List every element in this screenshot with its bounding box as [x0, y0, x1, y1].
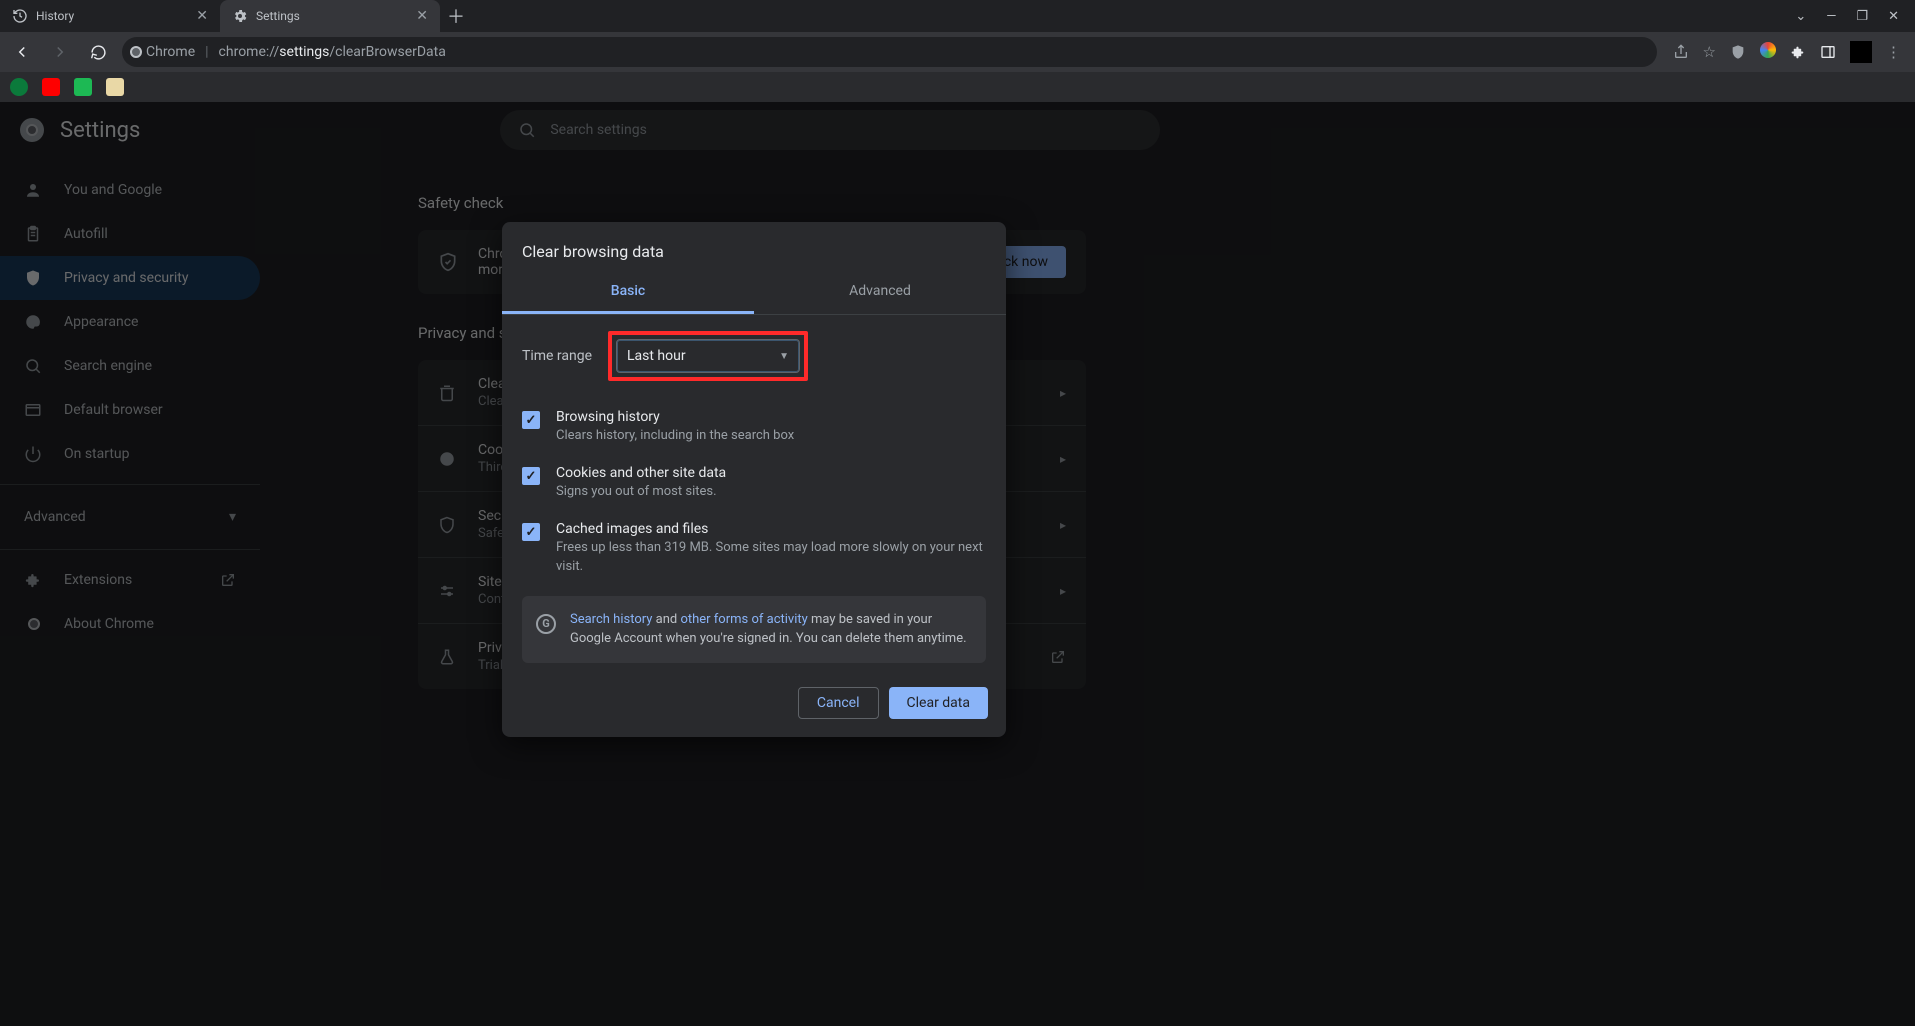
option-sub: Frees up less than 319 MB. Some sites ma…	[556, 539, 986, 575]
back-button[interactable]	[8, 38, 36, 66]
browser-tab-history[interactable]: History ✕	[0, 0, 220, 32]
option-cached: ✓ Cached images and files Frees up less t…	[522, 511, 986, 585]
sidepanel-icon[interactable]	[1820, 44, 1836, 60]
close-icon[interactable]: ✕	[196, 8, 208, 24]
minimize-icon[interactable]: ―	[1826, 9, 1836, 24]
other-activity-link[interactable]: other forms of activity	[680, 612, 807, 627]
time-range-select[interactable]: Last hour ▼	[616, 339, 800, 373]
browser-tab-settings[interactable]: Settings ✕	[220, 0, 440, 32]
clear-browsing-data-dialog: Clear browsing data Basic Advanced Time …	[502, 222, 1006, 737]
bookmark-icon[interactable]	[10, 78, 28, 96]
tab-advanced[interactable]: Advanced	[754, 271, 1006, 314]
settings-content: Settings Search settings You and Google …	[0, 102, 1915, 1026]
option-browsing-history: ✓ Browsing history Clears history, includ…	[522, 399, 986, 455]
bookmark-icon[interactable]	[74, 78, 92, 96]
dialog-body: Time range Last hour ▼ ✓ Browsing histor…	[502, 315, 1006, 673]
option-sub: Signs you out of most sites.	[556, 483, 726, 501]
checkbox-browsing-history[interactable]: ✓	[522, 411, 540, 429]
close-window-icon[interactable]: ✕	[1888, 9, 1899, 24]
checkbox-cached[interactable]: ✓	[522, 523, 540, 541]
google-g-icon: G	[536, 614, 556, 634]
dialog-tabs: Basic Advanced	[502, 271, 1006, 315]
toolbar: Chrome | chrome://settings/clearBrowserD…	[0, 32, 1915, 72]
maximize-icon[interactable]: ❐	[1856, 9, 1868, 24]
history-icon	[12, 8, 28, 24]
checkbox-cookies[interactable]: ✓	[522, 467, 540, 485]
bookmarks-bar	[0, 72, 1915, 102]
new-tab-button[interactable]: ＋	[440, 0, 472, 32]
info-text: Search history and other forms of activi…	[570, 610, 972, 649]
option-sub: Clears history, including in the search …	[556, 427, 794, 445]
bookmark-icon[interactable]	[106, 78, 124, 96]
google-activity-info: G Search history and other forms of acti…	[522, 596, 986, 663]
window-titlebar: History ✕ Settings ✕ ＋ ⌄ ― ❐ ✕	[0, 0, 1915, 32]
time-range-highlight: Last hour ▼	[608, 331, 808, 381]
option-title: Cached images and files	[556, 521, 986, 537]
cancel-button[interactable]: Cancel	[798, 687, 879, 719]
forward-button[interactable]	[46, 38, 74, 66]
menu-icon[interactable]: ⋮	[1886, 43, 1901, 61]
window-controls: ⌄ ― ❐ ✕	[1795, 9, 1915, 24]
url-text: chrome://settings/clearBrowserData	[219, 44, 446, 60]
reload-button[interactable]	[84, 38, 112, 66]
option-title: Browsing history	[556, 409, 794, 425]
tab-basic[interactable]: Basic	[502, 271, 754, 314]
clear-data-button[interactable]: Clear data	[889, 687, 988, 719]
dialog-footer: Cancel Clear data	[502, 673, 1006, 737]
time-range-value: Last hour	[627, 348, 686, 364]
search-history-link[interactable]: Search history	[570, 612, 652, 627]
share-icon[interactable]	[1673, 44, 1689, 60]
close-icon[interactable]: ✕	[416, 8, 428, 24]
tab-title: Settings	[256, 9, 300, 23]
toolbar-right: ☆ ⋮	[1667, 41, 1907, 63]
dialog-title: Clear browsing data	[502, 222, 1006, 271]
url-prefix: Chrome	[146, 44, 195, 60]
extensions-icon[interactable]	[1790, 44, 1806, 60]
time-range-label: Time range	[522, 348, 598, 364]
dropdown-caret-icon: ▼	[779, 351, 789, 362]
extension-circle-icon[interactable]	[1760, 42, 1776, 62]
profile-avatar[interactable]	[1850, 41, 1872, 63]
tab-title: History	[36, 9, 74, 23]
tab-search-icon[interactable]: ⌄	[1795, 9, 1806, 24]
star-icon[interactable]: ☆	[1703, 43, 1716, 61]
extension-shield-icon[interactable]	[1730, 44, 1746, 60]
option-title: Cookies and other site data	[556, 465, 726, 481]
address-bar[interactable]: Chrome | chrome://settings/clearBrowserD…	[122, 37, 1657, 67]
tab-strip: History ✕ Settings ✕ ＋	[0, 0, 472, 32]
bookmark-icon[interactable]	[42, 78, 60, 96]
option-cookies: ✓ Cookies and other site data Signs you o…	[522, 455, 986, 511]
gear-icon	[232, 8, 248, 24]
